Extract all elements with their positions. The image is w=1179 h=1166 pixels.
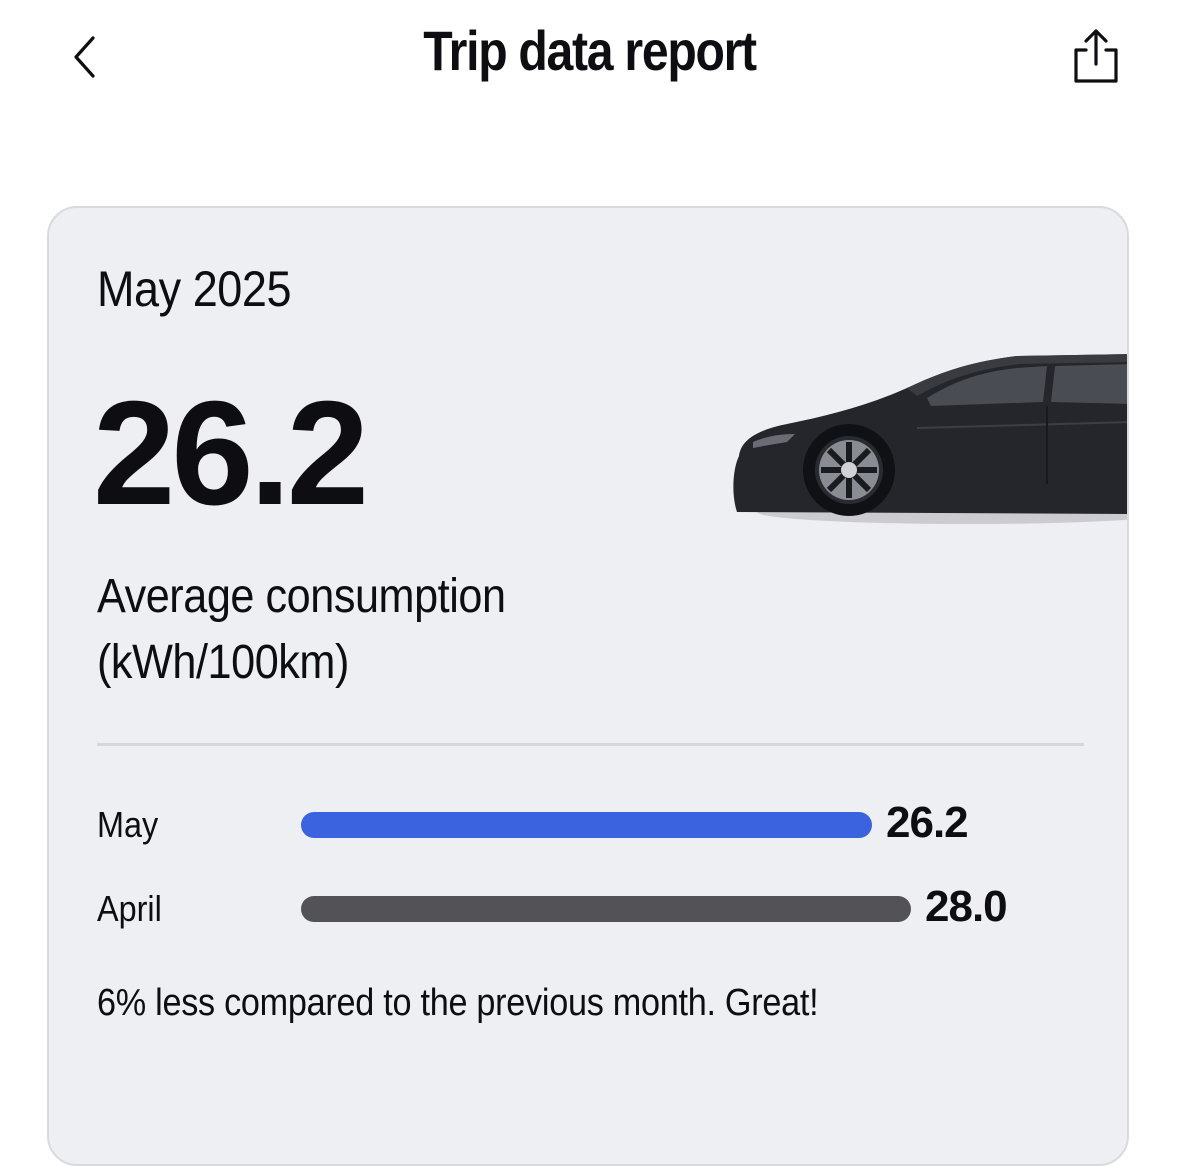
header: Trip data report bbox=[0, 0, 1179, 120]
comparison-bar-april bbox=[301, 896, 911, 922]
page-title: Trip data report bbox=[423, 19, 757, 82]
share-icon bbox=[1074, 29, 1118, 83]
consumption-unit: (kWh/100km) bbox=[97, 636, 349, 689]
comparison-value-april: 28.0 bbox=[925, 882, 1008, 931]
divider bbox=[97, 743, 1084, 746]
comparison-label-may: May bbox=[97, 804, 159, 845]
average-consumption-value: 26.2 bbox=[93, 371, 369, 536]
share-button[interactable] bbox=[1064, 26, 1126, 88]
comparison-bar-track-april bbox=[301, 896, 911, 922]
consumption-card[interactable]: May 2025 26.2 Average consumption (kWh/1… bbox=[47, 206, 1129, 1166]
consumption-label: Average consumption (kWh/100km) bbox=[97, 564, 637, 696]
comparison-value-may: 26.2 bbox=[886, 798, 969, 847]
comparison-label-april: April bbox=[97, 888, 162, 929]
comparison-bar-may bbox=[301, 812, 872, 838]
comparison-summary: 6% less compared to the previous month. … bbox=[97, 982, 819, 1024]
car-image bbox=[733, 354, 1127, 524]
month-title: May 2025 bbox=[97, 261, 292, 317]
consumption-label-line1: Average consumption bbox=[97, 570, 506, 623]
comparison-bar-track-may bbox=[301, 812, 911, 838]
